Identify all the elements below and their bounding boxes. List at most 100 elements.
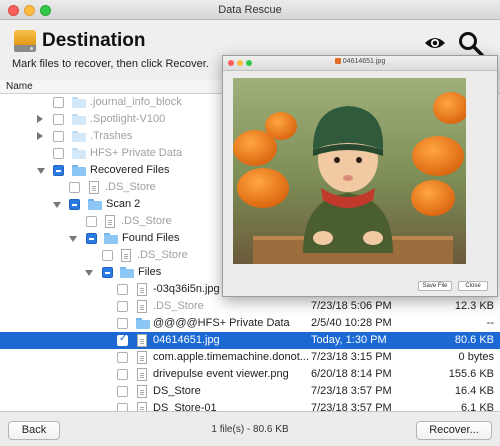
row-checkbox[interactable] (102, 267, 113, 278)
folder-icon (88, 199, 102, 210)
row-size: 16.4 KB (454, 385, 494, 397)
folder-icon (72, 131, 86, 142)
disclosure-right-icon[interactable] (37, 132, 43, 140)
row-label: .DS_Store (121, 215, 172, 227)
image-file-icon (334, 58, 341, 64)
page-title: Destination (42, 30, 146, 51)
row-checkbox[interactable] (53, 114, 64, 125)
row-checkbox[interactable] (102, 250, 113, 261)
file-icon (137, 402, 147, 411)
instructions-text: Mark files to recover, then click Recove… (12, 58, 209, 70)
row-checkbox[interactable] (86, 216, 97, 227)
footer: Back 1 file(s) - 80.6 KB Recover... (0, 411, 500, 446)
row-checkbox[interactable] (53, 131, 64, 142)
row-date: 2/5/40 10:28 PM (311, 317, 392, 329)
folder-icon (136, 318, 150, 329)
folder-icon (72, 148, 86, 159)
image-file-icon (137, 283, 147, 296)
row-label: DS_Store-01 (153, 402, 217, 411)
image-file-icon (137, 334, 147, 347)
tree-row[interactable]: DS_Store-01 7/23/18 3:57 PM 6.1 KB (0, 400, 500, 411)
disclosure-down-icon[interactable] (53, 202, 61, 208)
row-checkbox[interactable] (117, 352, 128, 363)
row-size: -- (486, 317, 494, 329)
tree-row[interactable]: drivepulse event viewer.png 6/20/18 8:14… (0, 366, 500, 383)
row-checkbox[interactable] (86, 233, 97, 244)
row-label: .DS_Store (153, 300, 204, 312)
row-checkbox[interactable] (53, 97, 64, 108)
row-checkbox[interactable] (117, 369, 128, 380)
row-label: drivepulse event viewer.png (153, 368, 289, 380)
disclosure-down-icon[interactable] (69, 236, 77, 242)
row-checkbox[interactable] (117, 333, 128, 346)
eye-icon[interactable] (424, 36, 446, 50)
preview-title-bar: 04614651.jpg (223, 56, 497, 71)
row-label: .DS_Store (137, 249, 188, 261)
tree-row-selected[interactable]: 04614651.jpg Today, 1:30 PM 80.6 KB (0, 332, 500, 349)
folder-icon (72, 114, 86, 125)
drive-icon (14, 30, 36, 54)
row-checkbox[interactable] (53, 165, 64, 176)
row-label: .Trashes (90, 130, 133, 142)
recover-button[interactable]: Recover... (416, 421, 492, 440)
folder-icon (120, 267, 134, 278)
row-size: 12.3 KB (454, 300, 494, 312)
tree-row[interactable]: DS_Store 7/23/18 3:57 PM 16.4 KB (0, 383, 500, 400)
file-icon (137, 300, 147, 313)
file-icon (137, 385, 147, 398)
row-label: -03q36i5n.jpg (153, 283, 220, 295)
row-date: 6/20/18 8:14 PM (311, 368, 392, 380)
window-title: Data Rescue (218, 4, 282, 16)
row-label: Files (138, 266, 162, 278)
preview-window: 04614651.jpg Save File Close (222, 55, 498, 297)
preview-title: 04614651.jpg (342, 58, 386, 65)
row-date: Today, 1:30 PM (311, 334, 387, 346)
row-checkbox[interactable] (53, 148, 64, 159)
row-checkbox[interactable] (69, 182, 80, 193)
row-date: 7/23/18 5:06 PM (311, 300, 392, 312)
row-size: 6.1 KB (460, 402, 494, 411)
row-label: .Spotlight-V100 (90, 113, 166, 125)
save-file-button[interactable]: Save File (418, 281, 452, 291)
file-icon (121, 249, 131, 262)
file-icon (137, 351, 147, 364)
row-checkbox[interactable] (117, 403, 128, 411)
row-label: @@@@HFS+ Private Data (153, 317, 290, 329)
preview-image (233, 78, 466, 264)
row-checkbox[interactable] (117, 318, 128, 329)
tree-row[interactable]: .DS_Store 7/23/18 5:06 PM 12.3 KB (0, 298, 500, 315)
row-checkbox[interactable] (117, 386, 128, 397)
column-name[interactable]: Name (6, 81, 33, 92)
row-date: 7/23/18 3:57 PM (311, 402, 392, 411)
row-label: Recovered Files (90, 164, 170, 176)
row-date: 7/23/18 3:15 PM (311, 351, 392, 363)
row-checkbox[interactable] (69, 199, 80, 210)
row-checkbox[interactable] (117, 284, 128, 295)
disclosure-down-icon[interactable] (85, 270, 93, 276)
row-date: 7/23/18 3:57 PM (311, 385, 392, 397)
row-checkbox[interactable] (117, 301, 128, 312)
row-label: Scan 2 (106, 198, 141, 210)
row-label: 04614651.jpg (153, 334, 220, 346)
row-label: HFS+ Private Data (90, 147, 183, 159)
image-file-icon (137, 368, 147, 381)
disclosure-right-icon[interactable] (37, 115, 43, 123)
search-icon[interactable] (458, 31, 484, 57)
folder-icon (72, 165, 86, 176)
row-size: 0 bytes (458, 351, 494, 363)
tree-row[interactable]: @@@@HFS+ Private Data 2/5/40 10:28 PM -- (0, 315, 500, 332)
tree-row[interactable]: com.apple.timemachine.donot... 7/23/18 3… (0, 349, 500, 366)
disclosure-down-icon[interactable] (37, 168, 45, 174)
row-size: 155.6 KB (448, 368, 494, 380)
row-label: DS_Store (153, 385, 201, 397)
file-icon (89, 181, 99, 194)
row-label: .journal_info_block (90, 96, 182, 108)
row-label: Found Files (122, 232, 180, 244)
title-bar: Data Rescue (0, 0, 500, 20)
close-preview-button[interactable]: Close (458, 281, 488, 291)
row-size: 80.6 KB (454, 334, 494, 346)
folder-icon (104, 233, 118, 244)
row-label: com.apple.timemachine.donot... (153, 351, 309, 363)
folder-icon (72, 97, 86, 108)
file-icon (105, 215, 115, 228)
